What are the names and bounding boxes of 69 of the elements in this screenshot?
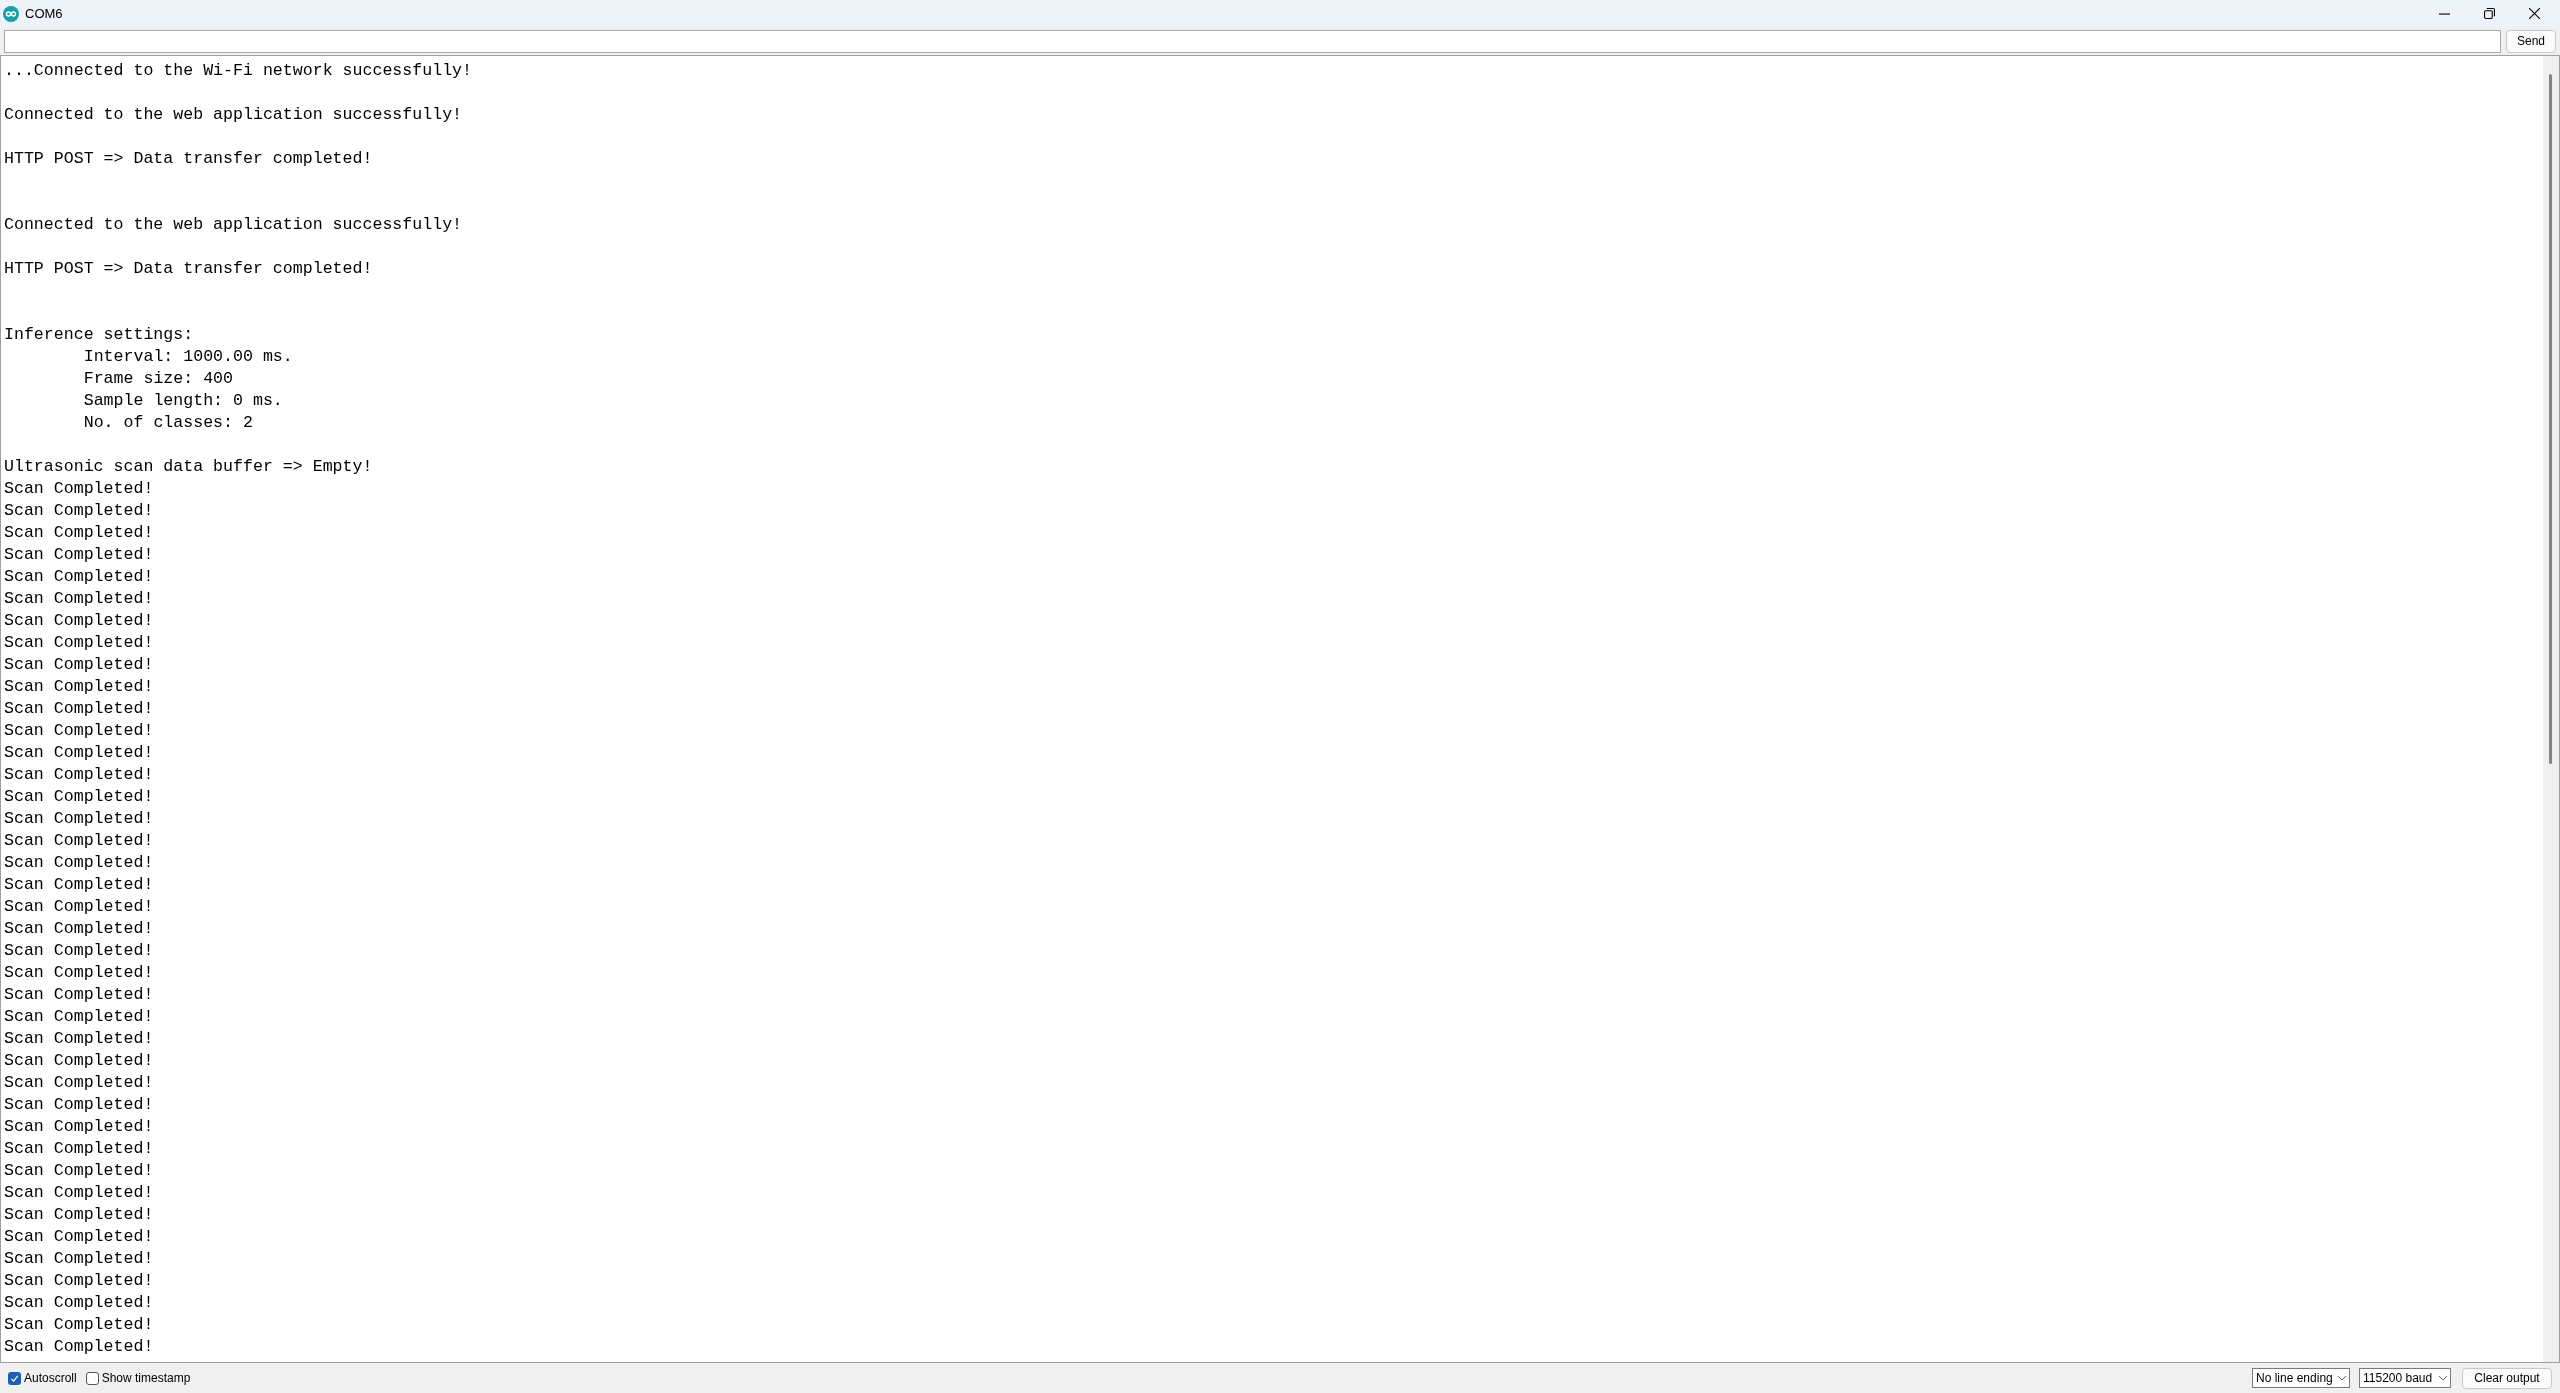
output-line: Scan Completed! xyxy=(4,1270,154,1292)
output-line: Scan Completed! xyxy=(4,1204,154,1226)
output-line: Scan Completed! xyxy=(4,874,154,896)
output-line: Scan Completed! xyxy=(4,1314,154,1336)
baud-rate-dropdown[interactable]: 115200 baud xyxy=(2359,1368,2451,1388)
output-line: Frame size: 400 xyxy=(82,368,234,390)
output-line: Scan Completed! xyxy=(4,544,154,566)
line-ending-dropdown[interactable]: No line ending xyxy=(2252,1368,2350,1388)
checkbox[interactable] xyxy=(8,1371,21,1385)
output-line: Scan Completed! xyxy=(4,852,154,874)
output-line: Scan Completed! xyxy=(4,1182,154,1204)
output-line: Inference settings: xyxy=(4,324,194,346)
app-logo-icon xyxy=(3,5,19,22)
output-line: Scan Completed! xyxy=(4,764,154,786)
output-line: Connected to the web application successfully! xyxy=(4,214,463,236)
scrollbar[interactable] xyxy=(2543,56,2559,1362)
message-input-field[interactable] xyxy=(4,29,2501,53)
output-line: HTTP POST => Data transfer completed! xyxy=(4,258,373,280)
output-line: Scan Completed! xyxy=(4,1248,154,1270)
restore-icon xyxy=(2484,8,2495,19)
output-line: Scan Completed! xyxy=(4,522,154,544)
scrollbar-thumb[interactable] xyxy=(2549,74,2552,764)
output-line: Scan Completed! xyxy=(4,1160,154,1182)
output-line: Scan Completed! xyxy=(4,918,154,940)
output-line: Scan Completed! xyxy=(4,984,154,1006)
checkbox-label: Autoscroll xyxy=(24,1370,77,1387)
output-line: Scan Completed! xyxy=(4,1072,154,1094)
output-line: Scan Completed! xyxy=(4,1226,154,1248)
output-line: Scan Completed! xyxy=(4,676,154,698)
chevron-down-icon xyxy=(2439,1375,2447,1381)
output-line: Scan Completed! xyxy=(4,500,154,522)
output-line: Scan Completed! xyxy=(4,632,154,654)
checkmark-icon xyxy=(10,1373,19,1383)
output-line: Scan Completed! xyxy=(4,478,154,500)
output-line: Scan Completed! xyxy=(4,830,154,852)
output-line: Scan Completed! xyxy=(4,1116,154,1138)
output-line: Scan Completed! xyxy=(4,610,154,632)
output-line: Scan Completed! xyxy=(4,588,154,610)
output-line: Scan Completed! xyxy=(4,962,154,984)
close-icon xyxy=(2529,8,2540,19)
output-line: Scan Completed! xyxy=(4,720,154,742)
output-line: Scan Completed! xyxy=(4,1138,154,1160)
chevron-down-icon xyxy=(2338,1375,2346,1381)
output-line: Interval: 1000.00 ms. xyxy=(82,346,293,368)
output-line: No. of classes: 2 xyxy=(82,412,253,434)
clear-output-button[interactable]: Clear output xyxy=(2462,1367,2552,1389)
output-line: Ultrasonic scan data buffer => Empty! xyxy=(4,456,373,478)
output-line: Scan Completed! xyxy=(4,1292,154,1314)
send-button[interactable]: Send xyxy=(2506,29,2556,53)
window-title: COM6 xyxy=(25,4,63,23)
output-line: Scan Completed! xyxy=(4,786,154,808)
output-line: Scan Completed! xyxy=(4,1050,154,1072)
checkbox-label: Show timestamp xyxy=(101,1370,191,1387)
output-line: Scan Completed! xyxy=(4,1006,154,1028)
output-line: Sample length: 0 ms. xyxy=(82,390,283,412)
output-line: Scan Completed! xyxy=(4,742,154,764)
output-line: Scan Completed! xyxy=(4,566,154,588)
output-line: Scan Completed! xyxy=(4,808,154,830)
output-line: Scan Completed! xyxy=(4,654,154,676)
output-line: HTTP POST => Data transfer completed! xyxy=(4,148,373,170)
output-line: Scan Completed! xyxy=(4,698,154,720)
output-line: Scan Completed! xyxy=(4,896,154,918)
output-line: Scan Completed! xyxy=(4,1028,154,1050)
output-line: Scan Completed! xyxy=(4,1336,154,1358)
output-line: ...Connected to the Wi-Fi network successfully! xyxy=(4,60,473,82)
output-line: Scan Completed! xyxy=(4,940,154,962)
output-line: Scan Completed! xyxy=(4,1094,154,1116)
output-line: Connected to the web application successfully! xyxy=(4,104,463,126)
checkbox[interactable] xyxy=(85,1371,99,1385)
